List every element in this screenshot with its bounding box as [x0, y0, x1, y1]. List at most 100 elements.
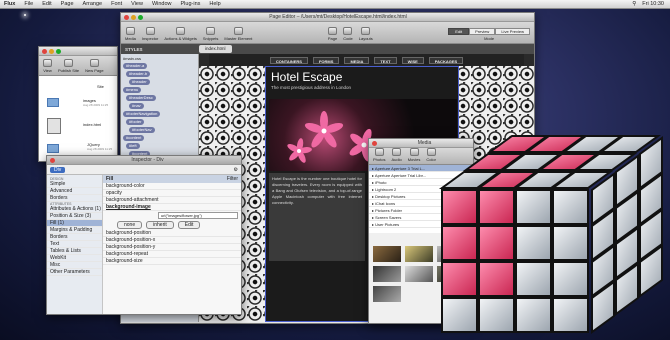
- menu-font[interactable]: Font: [111, 1, 122, 7]
- style-tag[interactable]: #left: [126, 143, 140, 149]
- property-row[interactable]: background-attachment: [103, 197, 241, 204]
- file-tab[interactable]: index.html: [199, 45, 232, 53]
- menu-edit[interactable]: Edit: [42, 1, 51, 7]
- filter-field[interactable]: Filter: [227, 175, 241, 183]
- sidebar-item-advanced[interactable]: Advanced: [47, 188, 102, 195]
- edit-button[interactable]: Edit: [177, 221, 201, 229]
- property-row[interactable]: background-position-x: [103, 237, 241, 244]
- spotlight-icon[interactable]: ⚲: [632, 1, 636, 7]
- background-image-field[interactable]: url("images/flower.jpg"): [158, 212, 238, 219]
- property-row[interactable]: background-position-y: [103, 244, 241, 251]
- property-row[interactable]: background-color: [103, 183, 241, 190]
- site-item[interactable]: images Aug 28 2009 11:25: [83, 98, 108, 107]
- style-tag[interactable]: #menu: [123, 87, 142, 93]
- photos-tab[interactable]: Photos: [373, 148, 385, 162]
- hotel-subtitle[interactable]: The most prestigious address in London: [271, 85, 453, 90]
- actions-widgets-button[interactable]: Actions & Widgets: [164, 27, 197, 41]
- nav-packages[interactable]: PACKAGES: [428, 56, 464, 64]
- style-tag[interactable]: #footerNav: [129, 127, 155, 133]
- style-tag[interactable]: #footerNavigation: [123, 111, 161, 117]
- style-tree-root[interactable]: #main.css: [123, 56, 196, 61]
- media-thumbnail[interactable]: [373, 246, 401, 262]
- hotel-title[interactable]: Hotel Escape: [271, 70, 453, 84]
- new-page-button[interactable]: New Page: [85, 59, 104, 73]
- menu-page[interactable]: Page: [61, 1, 74, 7]
- property-row[interactable]: background-image: [103, 204, 241, 211]
- live-preview-mode-button[interactable]: Live Preview: [495, 28, 531, 35]
- page-button[interactable]: Page: [328, 27, 337, 41]
- style-tag[interactable]: #content: [123, 135, 145, 141]
- sidebar-item-borders-attr[interactable]: Borders: [47, 234, 102, 241]
- menu-plugins[interactable]: Plug-ins: [181, 1, 201, 7]
- sidebar-item-position[interactable]: Position & Size (3): [47, 213, 102, 220]
- sidebar-item-webkit[interactable]: WebKit: [47, 255, 102, 262]
- media-thumbnail[interactable]: [373, 266, 401, 282]
- audio-tab[interactable]: Audio: [391, 148, 402, 162]
- property-row[interactable]: background-repeat: [103, 251, 241, 258]
- movies-tab[interactable]: Movies: [408, 148, 420, 162]
- media-thumbnail[interactable]: [405, 266, 433, 282]
- nav-forms[interactable]: FORMS: [312, 56, 340, 64]
- menu-window[interactable]: Window: [152, 1, 172, 7]
- master-element-button[interactable]: Master Element: [224, 27, 252, 41]
- nav-wise[interactable]: WISE: [401, 56, 424, 64]
- code-icon: [343, 27, 353, 35]
- layouts-button[interactable]: Layouts: [359, 27, 373, 41]
- site-item[interactable]: index.html: [83, 122, 101, 127]
- zoom-button[interactable]: [56, 48, 61, 54]
- inspector-tab-div[interactable]: Div: [50, 166, 66, 173]
- style-tag[interactable]: #headerDesc: [126, 95, 156, 101]
- minimize-button[interactable]: [131, 14, 136, 20]
- sidebar-item-borders[interactable]: Borders: [47, 195, 102, 202]
- style-tag[interactable]: #footer: [126, 119, 145, 125]
- inherit-button[interactable]: inherit: [146, 221, 174, 229]
- publish-site-button[interactable]: Publish Site: [58, 59, 79, 73]
- menu-view[interactable]: View: [131, 1, 143, 7]
- media-thumbnail[interactable]: [373, 286, 401, 302]
- menu-arrange[interactable]: Arrange: [83, 1, 103, 7]
- menu-file[interactable]: File: [24, 1, 33, 7]
- sidebar-item-attributes[interactable]: Attributes & Actions (1): [47, 206, 102, 213]
- edit-mode-button[interactable]: Edit: [448, 28, 470, 35]
- editor-toolbar: Media Inspector Actions & Widgets Snippe…: [121, 22, 534, 44]
- preview-mode-button[interactable]: Preview: [469, 28, 496, 35]
- menu-app-name[interactable]: Flux: [4, 1, 15, 7]
- media-thumbnail[interactable]: [405, 246, 433, 262]
- style-tag[interactable]: #header-b: [126, 71, 151, 77]
- zoom-button[interactable]: [138, 14, 143, 20]
- sidebar-item-tables[interactable]: Tables & Lists: [47, 248, 102, 255]
- close-button[interactable]: [42, 48, 47, 54]
- snippets-button[interactable]: Snippets: [203, 27, 218, 41]
- gear-icon[interactable]: ⚙: [234, 167, 238, 173]
- view-button[interactable]: View: [43, 59, 52, 73]
- minimize-button[interactable]: [49, 48, 54, 54]
- menu-help[interactable]: Help: [209, 1, 220, 7]
- close-button[interactable]: [372, 140, 377, 146]
- nav-text[interactable]: TEXT: [374, 56, 397, 64]
- sidebar-item-other[interactable]: Other Parameters: [47, 269, 102, 276]
- none-button[interactable]: none: [117, 221, 143, 229]
- menu-clock[interactable]: Fri 10:30: [642, 1, 664, 7]
- media-button[interactable]: Media: [125, 27, 136, 41]
- property-row[interactable]: background-position: [103, 230, 241, 237]
- site-file-list: Site images Aug 28 2009 11:25 index.html …: [39, 76, 117, 161]
- sidebar-item-simple[interactable]: Simple: [47, 181, 102, 188]
- sidebar-item-fill[interactable]: Fill (1): [47, 220, 102, 227]
- style-tag[interactable]: #nav: [129, 103, 144, 109]
- sidebar-item-text[interactable]: Text: [47, 241, 102, 248]
- site-item[interactable]: Site: [97, 84, 104, 89]
- sidebar-item-misc[interactable]: Misc: [47, 262, 102, 269]
- nav-media[interactable]: MEDIA: [344, 56, 370, 64]
- nav-containers[interactable]: CONTAINERS: [269, 56, 308, 64]
- style-tag[interactable]: #header: [129, 79, 150, 85]
- sidebar-item-margins[interactable]: Margins & Padding: [47, 227, 102, 234]
- property-row[interactable]: background-size: [103, 258, 241, 265]
- inspector-button[interactable]: Inspector: [142, 27, 158, 41]
- code-button[interactable]: Code: [343, 27, 353, 41]
- site-item[interactable]: JQuery Aug 28 2009 11:25: [87, 142, 112, 151]
- style-tag[interactable]: #header-a: [123, 63, 148, 69]
- close-button[interactable]: [124, 14, 129, 20]
- close-button[interactable]: [50, 157, 55, 163]
- property-row[interactable]: opacity: [103, 190, 241, 197]
- hotel-description[interactable]: Hotel Escape is the number one boutique …: [269, 173, 365, 261]
